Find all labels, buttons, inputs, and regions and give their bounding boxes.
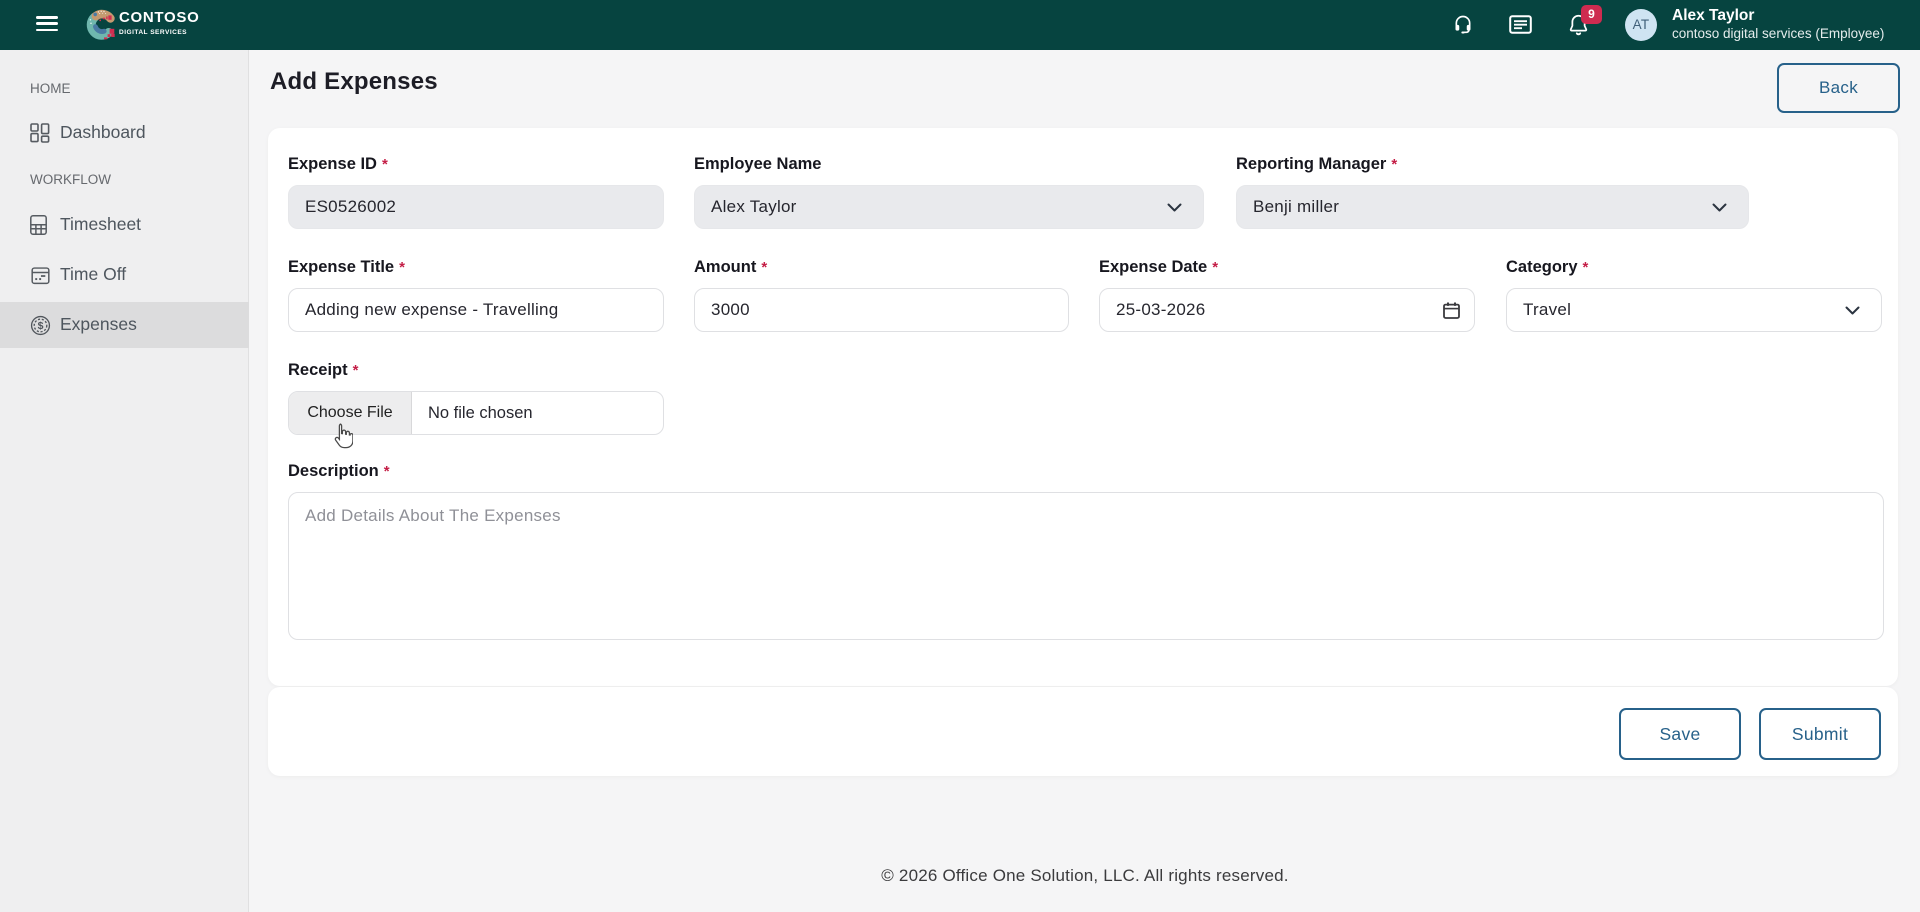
- svg-text:$: $: [38, 320, 44, 332]
